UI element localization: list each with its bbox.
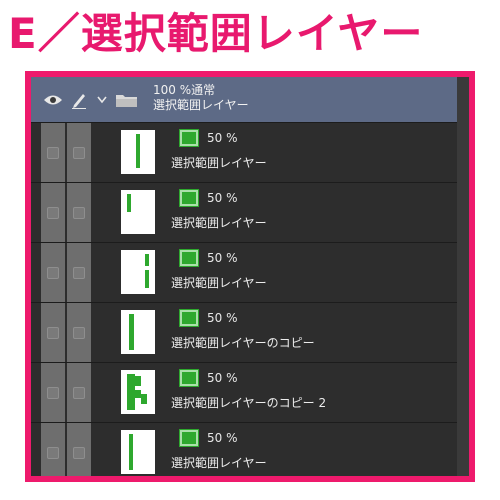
indent-spacer (93, 123, 115, 182)
layer-thumbnail (121, 370, 155, 414)
layer-name: 選択範囲レイヤー (171, 456, 267, 470)
scrollbar[interactable] (457, 77, 469, 476)
lock-checkbox[interactable] (73, 207, 85, 219)
layer-name: 選択範囲レイヤー (171, 276, 267, 290)
folder-row[interactable]: 100 %通常 選択範囲レイヤー (31, 77, 457, 123)
layer-panel-frame: 100 %通常 選択範囲レイヤー 50 % 選択範囲レイヤー 50 % 選択範囲… (25, 71, 475, 482)
indent-spacer (93, 363, 115, 422)
lock-checkbox[interactable] (73, 327, 85, 339)
lock-checkbox[interactable] (73, 447, 85, 459)
layer-thumbnail (121, 250, 155, 294)
layer-row[interactable]: 50 % 選択範囲レイヤー (31, 183, 457, 243)
layer-thumbnail (121, 430, 155, 474)
layer-opacity: 50 % (207, 311, 238, 325)
folder-blend-mode: 100 %通常 (153, 83, 216, 97)
thumbnail-art (129, 314, 134, 350)
folder-icon (116, 95, 137, 107)
lock-checkbox[interactable] (73, 267, 85, 279)
selection-mask-icon (179, 249, 199, 267)
thumbnail-art (136, 134, 140, 168)
selection-mask-icon (179, 129, 199, 147)
selection-mask-icon (179, 189, 199, 207)
headline: E／選択範囲レイヤー (8, 9, 424, 58)
visibility-checkbox[interactable] (47, 447, 59, 459)
visibility-checkbox[interactable] (47, 387, 59, 399)
layer-thumbnail (121, 190, 155, 234)
layer-opacity: 50 % (207, 371, 238, 385)
lock-checkbox[interactable] (73, 387, 85, 399)
indent-spacer (93, 243, 115, 302)
layer-row[interactable]: 50 % 選択範囲レイヤー (31, 123, 457, 183)
layer-thumbnail (121, 310, 155, 354)
eye-icon[interactable] (43, 94, 63, 106)
layer-name: 選択範囲レイヤーのコピー 2 (171, 396, 327, 410)
pen-icon[interactable] (71, 91, 87, 109)
visibility-checkbox[interactable] (47, 207, 59, 219)
selection-mask-icon (179, 429, 199, 447)
layer-thumbnail (121, 130, 155, 174)
thumbnail-art (127, 194, 131, 212)
folder-name: 選択範囲レイヤー (153, 98, 249, 112)
layer-opacity: 50 % (207, 251, 238, 265)
indent-spacer (93, 423, 115, 476)
visibility-checkbox[interactable] (47, 147, 59, 159)
layer-opacity: 50 % (207, 431, 238, 445)
layer-panel: 100 %通常 選択範囲レイヤー 50 % 選択範囲レイヤー 50 % 選択範囲… (31, 77, 469, 476)
layer-name: 選択範囲レイヤーのコピー (171, 336, 315, 350)
layer-name: 選択範囲レイヤー (171, 156, 267, 170)
visibility-checkbox[interactable] (47, 267, 59, 279)
chevron-down-icon[interactable] (97, 96, 107, 104)
thumbnail-art (129, 434, 133, 470)
indent-spacer (93, 303, 115, 362)
folder-label: 100 %通常 選択範囲レイヤー (153, 83, 249, 113)
layer-opacity: 50 % (207, 191, 238, 205)
selection-mask-icon (179, 309, 199, 327)
selection-mask-icon (179, 369, 199, 387)
thumbnail-art (127, 374, 147, 410)
visibility-checkbox[interactable] (47, 327, 59, 339)
layer-row[interactable]: 50 % 選択範囲レイヤー (31, 423, 457, 476)
layer-name: 選択範囲レイヤー (171, 216, 267, 230)
layer-row[interactable]: 50 % 選択範囲レイヤーのコピー (31, 303, 457, 363)
layer-opacity: 50 % (207, 131, 238, 145)
thumbnail-art (145, 254, 149, 288)
indent-spacer (93, 183, 115, 242)
lock-checkbox[interactable] (73, 147, 85, 159)
layer-row[interactable]: 50 % 選択範囲レイヤーのコピー 2 (31, 363, 457, 423)
layer-row[interactable]: 50 % 選択範囲レイヤー (31, 243, 457, 303)
